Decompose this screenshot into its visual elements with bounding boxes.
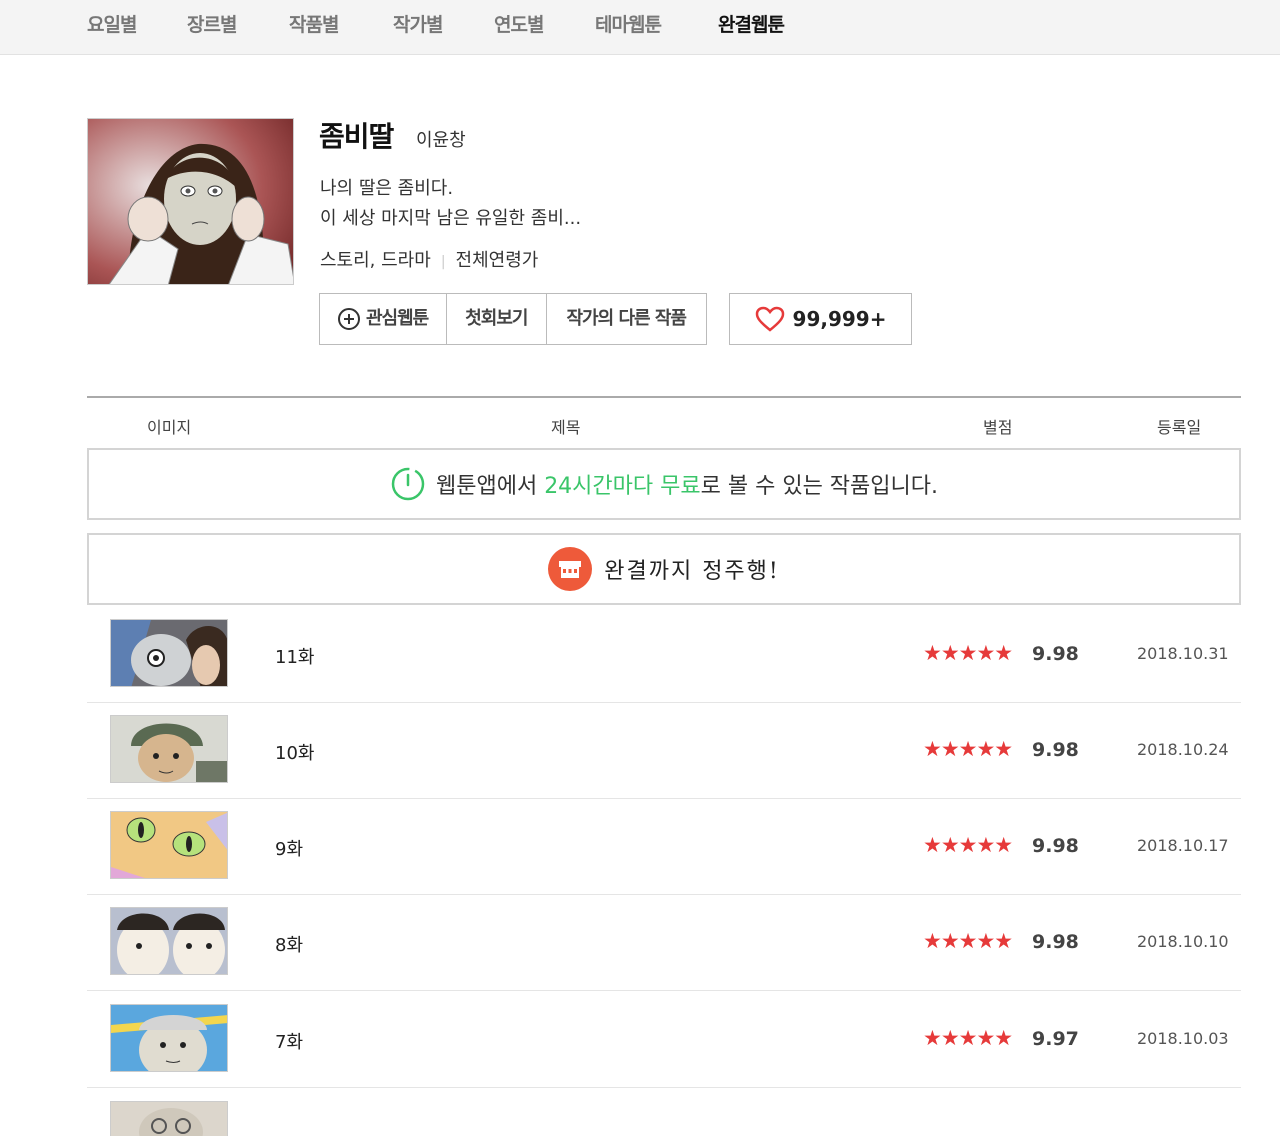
timer-icon — [391, 467, 425, 501]
episode-row[interactable]: 8화 ★★★★★ 9.98 2018.10.10 — [87, 894, 1241, 991]
free-every-24h-banner: 웹툰앱에서 24시간마다 무료로 볼 수 있는 작품입니다. — [87, 448, 1241, 520]
binge-banner-text: 완결까지 정주행! — [604, 559, 780, 584]
comic-title: 좀비딸 — [319, 120, 394, 153]
col-image: 이미지 — [147, 418, 192, 437]
episode-score: 9.98 — [1032, 739, 1079, 761]
tab-theme-webtoon[interactable]: 테마웹툰 — [595, 0, 662, 52]
episode-thumbnail[interactable] — [110, 715, 228, 783]
other-works-button[interactable]: 작가의 다른 작품 — [547, 294, 706, 344]
episode-row[interactable]: 11화 ★★★★★ 9.98 2018.10.31 — [87, 606, 1241, 703]
episode-title[interactable]: 8화 — [275, 931, 303, 957]
episode-row[interactable] — [87, 1088, 1241, 1136]
episode-thumbnail[interactable] — [110, 907, 228, 975]
episode-thumbnail[interactable] — [110, 811, 228, 879]
episode-thumbnail[interactable] — [110, 1101, 228, 1136]
star-rating-icon: ★★★★★ — [923, 929, 1013, 953]
episode-title[interactable]: 11화 — [275, 643, 314, 669]
banner-free-highlight: 24시간마다 무료 — [544, 474, 701, 499]
favorite-label: 관심웹툰 — [366, 308, 429, 329]
episode-date: 2018.10.17 — [1137, 836, 1229, 855]
action-button-group: 관심웹툰 첫회보기 작가의 다른 작품 — [319, 293, 707, 345]
episode-row[interactable]: 10화 ★★★★★ 9.98 2018.10.24 — [87, 702, 1241, 799]
episode-title[interactable]: 10화 — [275, 739, 314, 765]
comic-thumbnail — [87, 118, 294, 285]
episode-date: 2018.10.24 — [1137, 740, 1229, 759]
col-date: 등록일 — [1157, 418, 1202, 437]
divider: | — [440, 254, 446, 270]
tab-by-day[interactable]: 요일별 — [87, 0, 137, 52]
tab-by-author[interactable]: 작가별 — [393, 0, 443, 52]
description-line: 이 세상 마지막 남은 유일한 좀비... — [320, 208, 582, 229]
star-rating-icon: ★★★★★ — [923, 641, 1013, 665]
episode-row[interactable]: 9화 ★★★★★ 9.98 2018.10.17 — [87, 798, 1241, 895]
comic-age-rating: 전체연령가 — [455, 250, 539, 271]
banner-free-prefix: 웹툰앱에서 — [435, 474, 545, 499]
first-episode-button[interactable]: 첫회보기 — [447, 294, 547, 344]
like-button[interactable]: 99,999+ — [729, 293, 912, 345]
tab-completed-webtoon[interactable]: 완결웹툰 — [718, 0, 785, 52]
col-title: 제목 — [551, 418, 581, 437]
tab-by-year[interactable]: 연도별 — [494, 0, 544, 52]
tab-by-genre[interactable]: 장르별 — [187, 0, 237, 52]
comic-meta: 스토리, 드라마 | 전체연령가 — [320, 246, 538, 272]
plus-circle-icon — [338, 308, 360, 330]
episode-thumbnail[interactable] — [110, 619, 228, 687]
episode-score: 9.97 — [1032, 1028, 1079, 1050]
episode-table-header: 이미지 제목 별점 등록일 — [87, 396, 1241, 448]
category-nav: 요일별 장르별 작품별 작가별 연도별 테마웹툰 완결웹툰 — [0, 0, 1280, 55]
star-rating-icon: ★★★★★ — [923, 833, 1013, 857]
other-works-label: 작가의 다른 작품 — [566, 308, 687, 329]
comic-description: 나의 딸은 좀비다. 이 세상 마지막 남은 유일한 좀비... — [320, 174, 581, 234]
comic-genre: 스토리, 드라마 — [320, 250, 431, 271]
episode-score: 9.98 — [1032, 931, 1079, 953]
star-rating-icon: ★★★★★ — [923, 1026, 1013, 1050]
comic-author[interactable]: 이윤창 — [416, 126, 466, 152]
store-icon — [548, 547, 593, 591]
episode-thumbnail[interactable] — [110, 1004, 228, 1072]
binge-read-banner[interactable]: 완결까지 정주행! — [87, 533, 1241, 605]
banner-free-suffix: 로 볼 수 있는 작품입니다. — [700, 474, 938, 499]
banner-free-text: 웹툰앱에서 24시간마다 무료로 볼 수 있는 작품입니다. — [436, 468, 938, 500]
episode-row[interactable]: 7화 ★★★★★ 9.97 2018.10.03 — [87, 991, 1241, 1088]
first-episode-label: 첫회보기 — [465, 308, 528, 329]
col-rating: 별점 — [983, 418, 1013, 437]
episode-date: 2018.10.31 — [1137, 644, 1229, 663]
episode-title[interactable]: 9화 — [275, 835, 303, 861]
tab-by-work[interactable]: 작품별 — [289, 0, 339, 52]
episode-score: 9.98 — [1032, 835, 1079, 857]
episode-date: 2018.10.10 — [1137, 932, 1229, 951]
like-count: 99,999+ — [792, 307, 887, 331]
episode-date: 2018.10.03 — [1137, 1029, 1229, 1048]
description-line: 나의 딸은 좀비다. — [320, 178, 454, 199]
favorite-button[interactable]: 관심웹툰 — [320, 294, 448, 344]
episode-title[interactable]: 7화 — [275, 1028, 303, 1054]
episode-score: 9.98 — [1032, 643, 1079, 665]
heart-icon — [755, 306, 784, 332]
star-rating-icon: ★★★★★ — [923, 737, 1013, 761]
